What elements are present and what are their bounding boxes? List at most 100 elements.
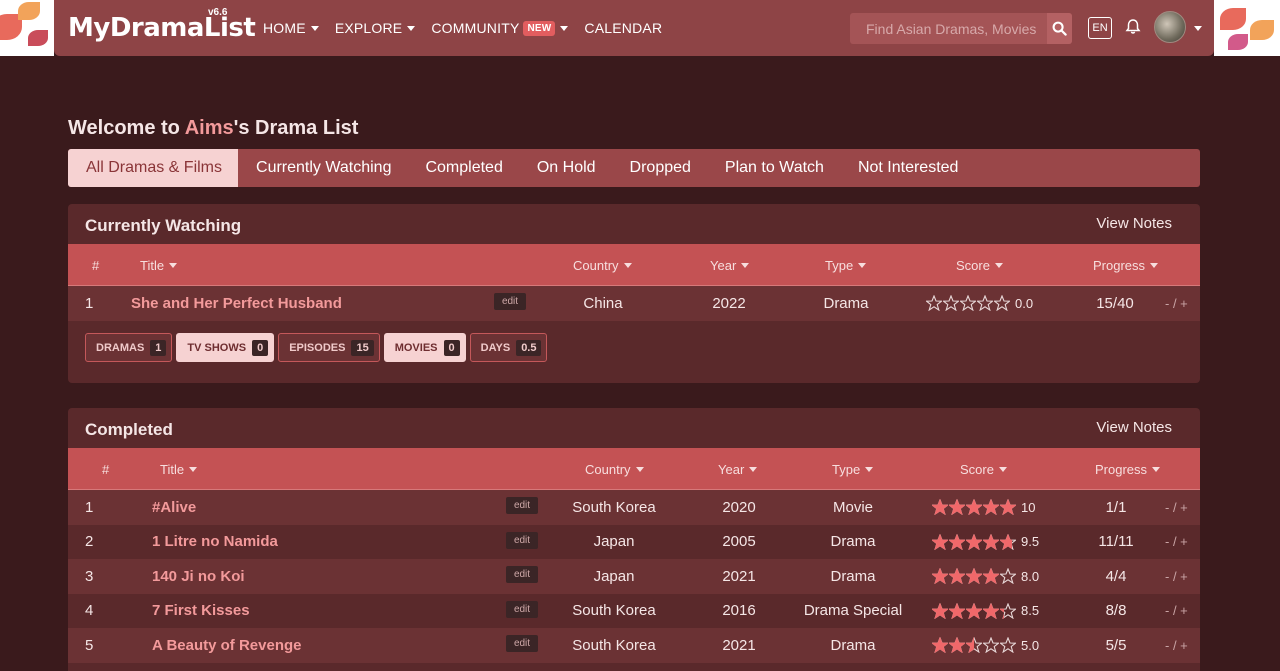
star-icon[interactable] bbox=[943, 295, 959, 311]
nav-explore[interactable]: EXPLORE bbox=[335, 20, 416, 36]
tab-plan-to-watch[interactable]: Plan to Watch bbox=[707, 149, 840, 187]
col-score[interactable]: Score bbox=[956, 244, 1003, 286]
caret-down-icon[interactable] bbox=[1194, 26, 1202, 31]
view-notes-link[interactable]: View Notes bbox=[1096, 419, 1172, 436]
star-icon[interactable] bbox=[983, 602, 999, 619]
star-icon[interactable] bbox=[932, 533, 948, 550]
star-icon[interactable] bbox=[977, 295, 993, 311]
search-button[interactable] bbox=[1047, 13, 1072, 44]
nav-calendar[interactable]: CALENDAR bbox=[584, 20, 662, 36]
stat-dramas[interactable]: DRAMAS 1 bbox=[85, 333, 173, 362]
nav-home[interactable]: HOME bbox=[263, 20, 319, 36]
star-icon[interactable] bbox=[932, 602, 948, 619]
row-score[interactable]: 8.0 bbox=[932, 559, 1039, 593]
progress-adjust[interactable]: - / + bbox=[1165, 628, 1188, 662]
col-score[interactable]: Score bbox=[960, 448, 1007, 490]
star-icon[interactable] bbox=[983, 568, 999, 584]
row-score[interactable]: 9.5 bbox=[932, 525, 1039, 559]
star-icon[interactable] bbox=[1000, 499, 1016, 515]
row-title-link[interactable]: She and Her Perfect Husband bbox=[131, 295, 342, 312]
star-icon[interactable] bbox=[926, 295, 942, 311]
star-icon[interactable] bbox=[949, 568, 965, 584]
col-year[interactable]: Year bbox=[710, 244, 750, 286]
star-rating[interactable] bbox=[932, 568, 1017, 584]
star-icon[interactable] bbox=[949, 602, 965, 619]
tab-all[interactable]: All Dramas & Films bbox=[68, 149, 239, 187]
edit-button[interactable]: edit bbox=[494, 293, 526, 310]
progress-adjust[interactable]: - / + bbox=[1165, 594, 1188, 628]
star-icon[interactable] bbox=[1000, 602, 1016, 619]
edit-button[interactable]: edit bbox=[506, 531, 538, 549]
progress-adjust[interactable]: - / + bbox=[1165, 525, 1188, 559]
progress-adjust[interactable]: - / + bbox=[1165, 559, 1188, 593]
row-title-link[interactable]: #Alive bbox=[152, 499, 196, 516]
edit-button[interactable]: edit bbox=[506, 635, 538, 652]
tab-completed[interactable]: Completed bbox=[407, 149, 518, 187]
col-year[interactable]: Year bbox=[718, 448, 758, 490]
col-title[interactable]: Title bbox=[140, 244, 178, 286]
tab-not-interested[interactable]: Not Interested bbox=[840, 149, 975, 187]
row-title-link[interactable]: 140 Ji no Koi bbox=[152, 568, 245, 585]
bell-icon[interactable] bbox=[1125, 18, 1141, 35]
star-icon[interactable] bbox=[949, 637, 965, 653]
row-title: 140 Ji no Koi bbox=[152, 559, 245, 593]
col-title[interactable]: Title bbox=[160, 448, 198, 490]
progress-adjust[interactable]: - / + bbox=[1165, 286, 1188, 320]
col-country[interactable]: Country bbox=[585, 448, 644, 490]
row-num: 3 bbox=[85, 567, 94, 585]
tab-currently-watching[interactable]: Currently Watching bbox=[238, 149, 407, 187]
star-icon[interactable] bbox=[983, 499, 999, 515]
stat-movies[interactable]: MOVIES 0 bbox=[383, 333, 466, 362]
nav-community[interactable]: COMMUNITY NEW bbox=[431, 20, 569, 36]
star-icon[interactable] bbox=[966, 499, 982, 515]
star-icon[interactable] bbox=[966, 533, 982, 550]
row-title-link[interactable]: A Beauty of Revenge bbox=[152, 637, 301, 654]
tab-on-hold[interactable]: On Hold bbox=[519, 149, 612, 187]
star-icon[interactable] bbox=[960, 295, 976, 311]
edit-button[interactable]: edit bbox=[506, 497, 538, 514]
star-icon[interactable] bbox=[966, 568, 982, 584]
star-icon[interactable] bbox=[1000, 568, 1016, 584]
col-type[interactable]: Type bbox=[832, 448, 874, 490]
row-title-link[interactable]: 1 Litre no Namida bbox=[152, 533, 278, 550]
star-rating[interactable] bbox=[932, 533, 1017, 550]
star-icon[interactable] bbox=[966, 637, 982, 653]
star-rating[interactable] bbox=[932, 602, 1017, 619]
col-progress[interactable]: Progress bbox=[1093, 244, 1159, 286]
col-type[interactable]: Type bbox=[825, 244, 867, 286]
star-icon[interactable] bbox=[932, 637, 948, 653]
welcome-username[interactable]: Aims bbox=[185, 117, 234, 139]
stat-episodes[interactable]: EPISODES 15 bbox=[278, 333, 380, 362]
star-icon[interactable] bbox=[1000, 637, 1016, 653]
stat-tv-shows[interactable]: TV SHOWS 0 bbox=[176, 333, 275, 362]
view-notes-link[interactable]: View Notes bbox=[1096, 215, 1172, 232]
star-rating[interactable] bbox=[926, 295, 1011, 311]
row-score[interactable]: 10 bbox=[932, 490, 1035, 524]
star-icon[interactable] bbox=[949, 499, 965, 515]
star-icon[interactable] bbox=[983, 637, 999, 653]
edit-button[interactable]: edit bbox=[506, 600, 538, 618]
star-icon[interactable] bbox=[932, 568, 948, 584]
star-icon[interactable] bbox=[966, 602, 982, 619]
star-icon[interactable] bbox=[1000, 533, 1016, 550]
star-rating[interactable] bbox=[932, 499, 1017, 515]
progress-adjust[interactable]: - / + bbox=[1165, 490, 1188, 524]
edit-button[interactable]: edit bbox=[506, 566, 538, 583]
row-score[interactable]: 0.0 bbox=[926, 286, 1033, 320]
row-type: Drama bbox=[830, 533, 876, 550]
language-button[interactable]: EN bbox=[1088, 17, 1112, 39]
col-country[interactable]: Country bbox=[573, 244, 632, 286]
star-icon[interactable] bbox=[994, 295, 1010, 311]
row-score[interactable]: 5.0 bbox=[932, 628, 1039, 662]
col-progress[interactable]: Progress bbox=[1095, 448, 1161, 490]
stat-days[interactable]: DAYS 0.5 bbox=[469, 333, 548, 362]
star-rating[interactable] bbox=[932, 637, 1017, 653]
avatar[interactable] bbox=[1154, 11, 1186, 43]
tab-dropped[interactable]: Dropped bbox=[612, 149, 707, 187]
row-title-link[interactable]: 7 First Kisses bbox=[152, 602, 250, 619]
star-icon[interactable] bbox=[932, 499, 948, 515]
row-score[interactable]: 8.5 bbox=[932, 594, 1039, 628]
star-icon[interactable] bbox=[983, 533, 999, 550]
search-input[interactable] bbox=[850, 13, 1047, 44]
star-icon[interactable] bbox=[949, 533, 965, 550]
